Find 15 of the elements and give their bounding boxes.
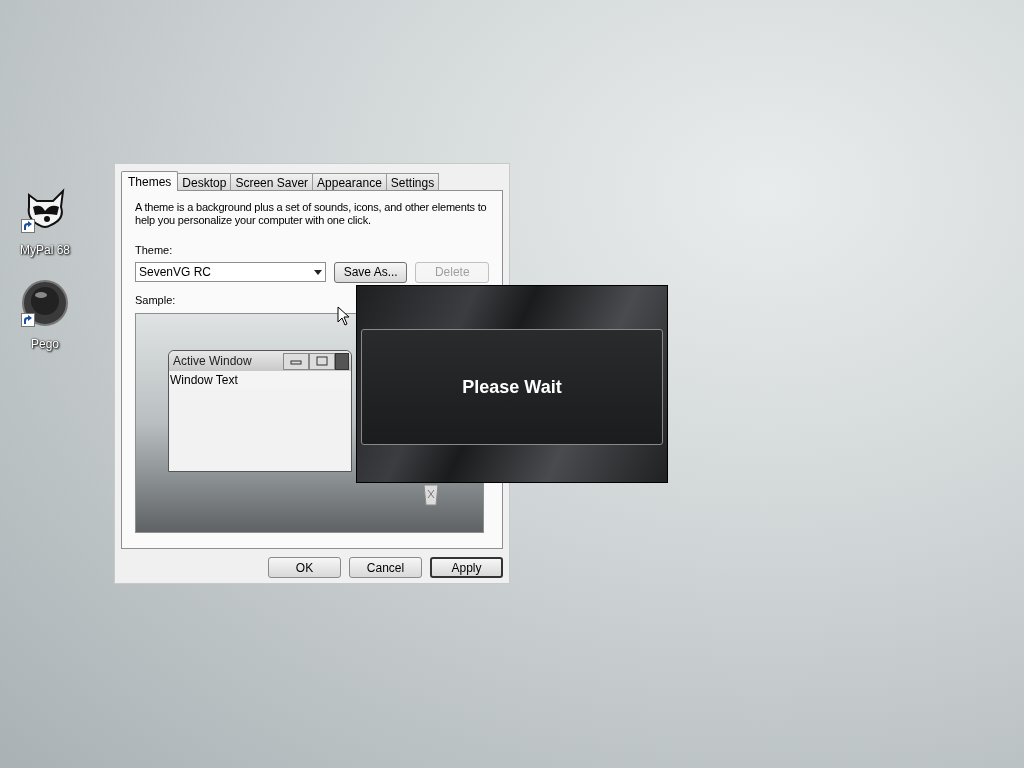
tab[interactable]: Desktop xyxy=(177,173,232,190)
description-text: A theme is a background plus a set of sounds, icons, and other elements to help you personalize your computer with one click. xyxy=(135,201,488,227)
tab[interactable]: Screen Saver xyxy=(230,173,314,190)
dialog-button[interactable]: Cancel xyxy=(349,557,422,578)
wait-message: Please Wait xyxy=(462,375,562,399)
theme-dropdown[interactable]: SevenVG RC xyxy=(135,262,326,282)
sample-label: Sample: xyxy=(135,292,177,308)
dialog-button[interactable]: Save As... xyxy=(333,261,408,283)
sample-window-title: Active Window xyxy=(173,353,252,370)
tab[interactable]: Themes xyxy=(121,171,179,191)
theme-label: Theme: xyxy=(135,243,174,258)
tab[interactable]: Settings xyxy=(385,173,440,190)
dialog-button[interactable]: OK xyxy=(268,557,341,578)
dialog-button[interactable]: Apply xyxy=(430,557,503,578)
tab[interactable]: Appearance xyxy=(312,173,387,190)
